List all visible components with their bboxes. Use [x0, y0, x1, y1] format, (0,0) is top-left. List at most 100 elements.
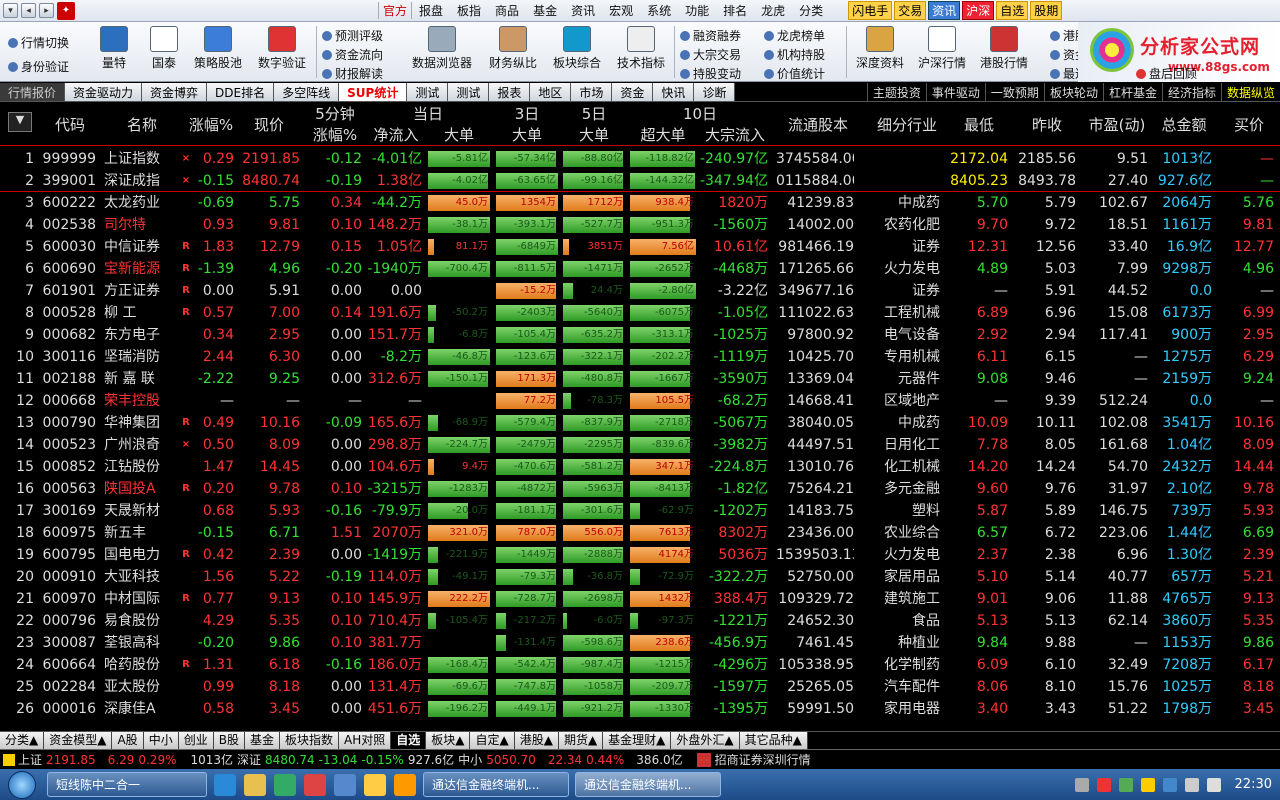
quick-button-futures[interactable]: 股期 — [1030, 1, 1063, 20]
col-pe[interactable]: 市盈(动) — [1082, 114, 1152, 135]
table-row[interactable]: 2 399001 深证成指 × -0.15 8480.74 -0.19 1.38亿 -4.02亿… — [0, 170, 1280, 192]
bottom-tab-1[interactable]: 分类▲ — [0, 732, 45, 749]
table-row[interactable]: 9 000682 东方电子 0.34 2.95 0.00 151.7万 -6.8万 -105.4… — [0, 324, 1280, 346]
bottom-tab-11[interactable]: 板块▲ — [426, 732, 471, 749]
toolbar-link-market-switch[interactable]: 行情切换 — [8, 34, 69, 51]
toolbar-link-review[interactable]: 盘后回顾 — [1136, 65, 1197, 82]
qq-icon[interactable] — [364, 773, 386, 796]
table-row[interactable]: 22 000796 易食股份 4.29 5.35 0.10 710.4万 -105.4万 -21… — [0, 610, 1280, 632]
bottom-tab-7[interactable]: 基金 — [244, 732, 280, 749]
tab-14[interactable]: 诊断 — [694, 83, 736, 101]
col-low[interactable]: 最低 — [946, 114, 1012, 135]
table-row[interactable]: 19 600795 国电电力 R 0.42 2.39 0.00 -1419万 -221.9万 -1… — [0, 544, 1280, 566]
toolbar-link-block-trade[interactable]: 大宗交易 — [680, 46, 741, 63]
bottom-tab-14[interactable]: 期货▲ — [558, 732, 604, 749]
table-row[interactable]: 12 000668 荣丰控股 — — — — 77.2万 -78.3万 105.5万 -68.2万 1… — [0, 390, 1280, 412]
table-row[interactable]: 6 600690 宝新能源 R -1.39 4.96 -0.20 -1940万 -700.4万 -… — [0, 258, 1280, 280]
table-row[interactable]: 3 600222 太龙药业 -0.69 5.75 0.34 -44.2万 45.0万 1354万… — [0, 192, 1280, 214]
menu-item[interactable]: 资讯 — [564, 2, 602, 19]
toolbar-button-4[interactable]: 数字验证 — [252, 22, 312, 71]
menu-item[interactable]: 龙虎 — [754, 2, 792, 19]
tab-2[interactable]: 资金驱动力 — [65, 83, 143, 101]
tab-12[interactable]: 资金 — [612, 83, 654, 101]
toolbar-button-10[interactable]: 沪深行情 — [912, 22, 972, 71]
table-row[interactable]: 8 000528 柳 工 R 0.57 7.00 0.14 191.6万 -50.2万 -2403… — [0, 302, 1280, 324]
col-code[interactable]: 代码 — [40, 114, 100, 135]
toolbar-link-identity[interactable]: 身份验证 — [8, 58, 69, 75]
volume-icon[interactable] — [1206, 777, 1221, 792]
right-tab-3[interactable]: 一致预期 — [984, 83, 1044, 101]
col-super-big[interactable]: 超大单 — [630, 124, 696, 145]
tab-4[interactable]: DDE排名 — [207, 83, 275, 101]
forward-icon[interactable]: ▸ — [39, 3, 54, 18]
table-row[interactable]: 11 002188 新 嘉 联 -2.22 9.25 0.00 312.6万 -150.1万 1… — [0, 368, 1280, 390]
menu-item[interactable]: 功能 — [678, 2, 716, 19]
tab-1[interactable]: 行情报价 — [0, 83, 66, 101]
col-name[interactable]: 名称 — [102, 114, 182, 135]
menu-item[interactable]: 系统 — [640, 2, 678, 19]
bottom-tab-15[interactable]: 基金理财▲ — [603, 732, 672, 749]
tab-9[interactable]: 报表 — [489, 83, 531, 101]
tray-icon[interactable] — [1162, 777, 1177, 792]
quick-button-trade[interactable]: 交易 — [894, 1, 927, 20]
minimize-icon[interactable]: ▾ — [3, 3, 18, 18]
bottom-tab-6[interactable]: B股 — [213, 732, 245, 749]
toolbar-button-3[interactable]: 策略股池 — [188, 22, 248, 71]
app-quick-icon[interactable] — [304, 773, 326, 796]
tab-7[interactable]: 测试 — [407, 83, 449, 101]
toolbar-link-holding[interactable]: 持股变动 — [680, 65, 741, 82]
table-row[interactable]: 20 000910 大亚科技 1.56 5.22 -0.19 114.0万 -49.1万 -79… — [0, 566, 1280, 588]
back-icon[interactable]: ◂ — [21, 3, 36, 18]
ie-icon[interactable] — [214, 773, 236, 796]
col-5d-big[interactable]: 大单 — [563, 124, 625, 145]
tray-icon[interactable] — [1074, 777, 1089, 792]
menu-item[interactable]: 基金 — [526, 2, 564, 19]
toolbar-link-dragon[interactable]: 龙虎榜单 — [764, 27, 825, 44]
tray-icon[interactable] — [1096, 777, 1111, 792]
col-turnover[interactable]: 总金额 — [1152, 114, 1216, 135]
tab-6[interactable]: SUP统计 — [339, 83, 408, 101]
toolbar-button-9[interactable]: 深度资料 — [850, 22, 910, 71]
col-industry[interactable]: 细分行业 — [864, 114, 950, 135]
menu-item[interactable]: 报盘 — [412, 2, 450, 19]
table-row[interactable]: 25 002284 亚太股份 0.99 8.18 0.00 131.4万 -69.6万 -747… — [0, 676, 1280, 698]
table-row[interactable]: 26 000016 深康佳A 0.58 3.45 0.00 451.6万 -196.2万 -44… — [0, 698, 1280, 720]
table-row[interactable]: 13 000790 华神集团 R 0.49 10.16 -0.09 165.6万 -68.9万 -… — [0, 412, 1280, 434]
bottom-tab-3[interactable]: A股 — [112, 732, 144, 749]
col-chg[interactable]: 涨幅% — [186, 114, 236, 135]
tab-5[interactable]: 多空阵线 — [274, 83, 340, 101]
col-block-inflow[interactable]: 大宗流入 — [700, 124, 770, 145]
tray-icon[interactable] — [1118, 777, 1133, 792]
col-prev-close[interactable]: 昨收 — [1014, 114, 1080, 135]
right-tab-6[interactable]: 经济指标 — [1161, 83, 1221, 101]
table-row[interactable]: 18 600975 新五丰 -0.15 6.71 1.51 2070万 321.0万 787.0… — [0, 522, 1280, 544]
start-button[interactable] — [0, 769, 44, 800]
table-row[interactable]: 5 600030 中信证券 R 1.83 12.79 0.15 1.05亿 81.1万 -6849… — [0, 236, 1280, 258]
table-row[interactable]: 14 000523 广州浪奇 × 0.50 8.09 0.00 298.8万 -224.7万 -2… — [0, 434, 1280, 456]
toolbar-link-report[interactable]: 财报解读 — [322, 65, 383, 82]
tab-13[interactable]: 快讯 — [653, 83, 695, 101]
toolbar-button-7[interactable]: 板块综合 — [548, 22, 606, 71]
right-tab-1[interactable]: 主题投资 — [866, 83, 926, 101]
quick-button-news[interactable]: 资讯 — [928, 1, 961, 20]
bottom-tab-16[interactable]: 外盘外汇▲ — [671, 732, 740, 749]
col-price[interactable]: 现价 — [236, 114, 302, 135]
table-row[interactable]: 4 002538 司尔特 0.93 9.81 0.10 148.2万 -38.1万 -393.1… — [0, 214, 1280, 236]
bottom-tab-12[interactable]: 自定▲ — [470, 732, 515, 749]
quick-button-watchlist[interactable]: 自选 — [996, 1, 1029, 20]
col-5min-chg[interactable]: 涨幅% — [306, 124, 364, 145]
table-row[interactable]: 15 000852 江钻股份 1.47 14.45 0.00 104.6万 9.4万 -470.… — [0, 456, 1280, 478]
right-tab-4[interactable]: 板块轮动 — [1043, 83, 1103, 101]
network-icon[interactable] — [1184, 777, 1199, 792]
table-row[interactable]: 17 300169 天晟新材 0.68 5.93 -0.16 -79.9万 -20.0万 -18… — [0, 500, 1280, 522]
toolbar-link-institution[interactable]: 机构持股 — [764, 46, 825, 63]
alert-icon[interactable] — [3, 753, 15, 766]
table-row[interactable]: 7 601901 方正证券 R 0.00 5.91 0.00 0.00 -15.2万 24.4万 -… — [0, 280, 1280, 302]
col-float-shares[interactable]: 流通股本 — [775, 114, 861, 135]
toolbar-link-fund-flow[interactable]: 资金流向 — [322, 46, 383, 63]
menu-item[interactable]: 板指 — [450, 2, 488, 19]
bottom-tab-4[interactable]: 中小 — [143, 732, 179, 749]
task-item-1[interactable]: 短线陈中二合一 — [47, 772, 207, 797]
col-net-inflow[interactable]: 净流入 — [368, 124, 424, 145]
clock[interactable]: 22:30 — [1235, 777, 1272, 792]
